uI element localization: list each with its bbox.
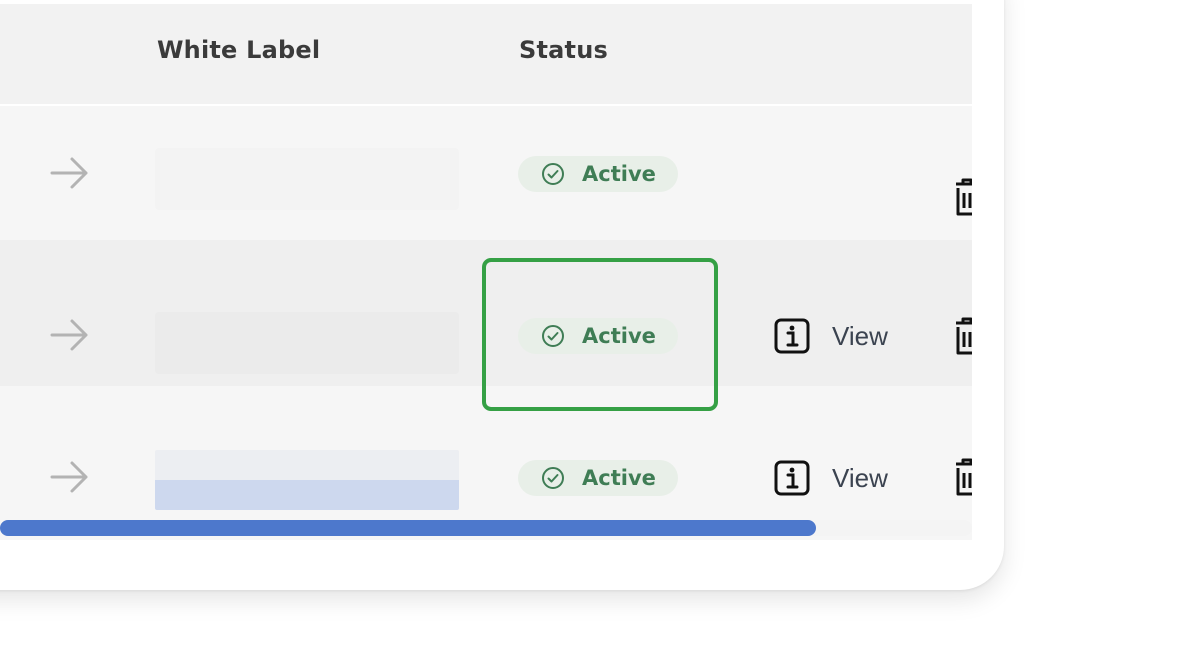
- status-badge-label: Active: [582, 466, 656, 490]
- trash-icon[interactable]: [953, 458, 972, 498]
- status-badge: Active: [518, 156, 678, 192]
- info-icon[interactable]: [774, 460, 810, 496]
- status-highlight-box: [482, 258, 718, 411]
- view-link[interactable]: View: [832, 463, 888, 494]
- table-header: White Label Status: [0, 4, 972, 104]
- arrow-right-icon[interactable]: [50, 156, 90, 190]
- status-badge: Active: [518, 460, 678, 496]
- scrollbar-thumb[interactable]: [0, 520, 817, 536]
- check-circle-icon: [542, 467, 564, 489]
- arrow-right-icon[interactable]: [50, 460, 90, 494]
- column-header-status[interactable]: Status: [519, 36, 608, 64]
- info-icon[interactable]: [774, 318, 810, 354]
- check-circle-icon: [542, 163, 564, 185]
- view-link[interactable]: View: [832, 321, 888, 352]
- arrow-right-icon[interactable]: [50, 318, 90, 352]
- white-label-value: [155, 148, 459, 210]
- trash-icon[interactable]: [953, 317, 972, 357]
- column-header-white-label[interactable]: White Label: [157, 36, 320, 64]
- screenshot-stage: White Label Status Active Active View Ac…: [0, 0, 1200, 669]
- white-label-value: [155, 312, 459, 374]
- status-badge-label: Active: [582, 162, 656, 186]
- table-row[interactable]: Active: [0, 106, 972, 246]
- white-label-value: [155, 450, 459, 510]
- horizontal-scrollbar[interactable]: [0, 520, 972, 536]
- trash-icon[interactable]: [953, 178, 972, 218]
